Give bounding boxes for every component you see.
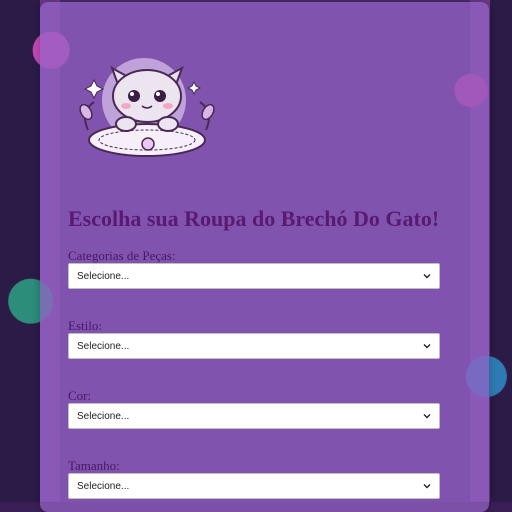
chevron-down-icon: [423, 274, 431, 279]
size-label: Tamanho:: [68, 458, 120, 473]
color-select-value: Selecione...: [77, 410, 130, 422]
cat-logo: [79, 58, 215, 157]
style-label: Estilo:: [68, 318, 102, 333]
chevron-down-icon: [423, 344, 431, 349]
size-select-value: Selecione...: [77, 480, 130, 492]
color-select[interactable]: Selecione...: [68, 403, 440, 429]
page-title: Escolha sua Roupa do Brechó Do Gato!: [68, 206, 440, 231]
chevron-down-icon: [423, 484, 431, 489]
category-label: Categorias de Peças:: [68, 248, 176, 263]
category-select[interactable]: Selecione...: [68, 263, 440, 289]
size-select[interactable]: Selecione...: [68, 473, 440, 499]
style-select-value: Selecione...: [77, 340, 130, 352]
style-select[interactable]: Selecione...: [68, 333, 440, 359]
chevron-down-icon: [423, 414, 431, 419]
color-label: Cor:: [68, 388, 92, 403]
category-select-value: Selecione...: [77, 270, 130, 282]
